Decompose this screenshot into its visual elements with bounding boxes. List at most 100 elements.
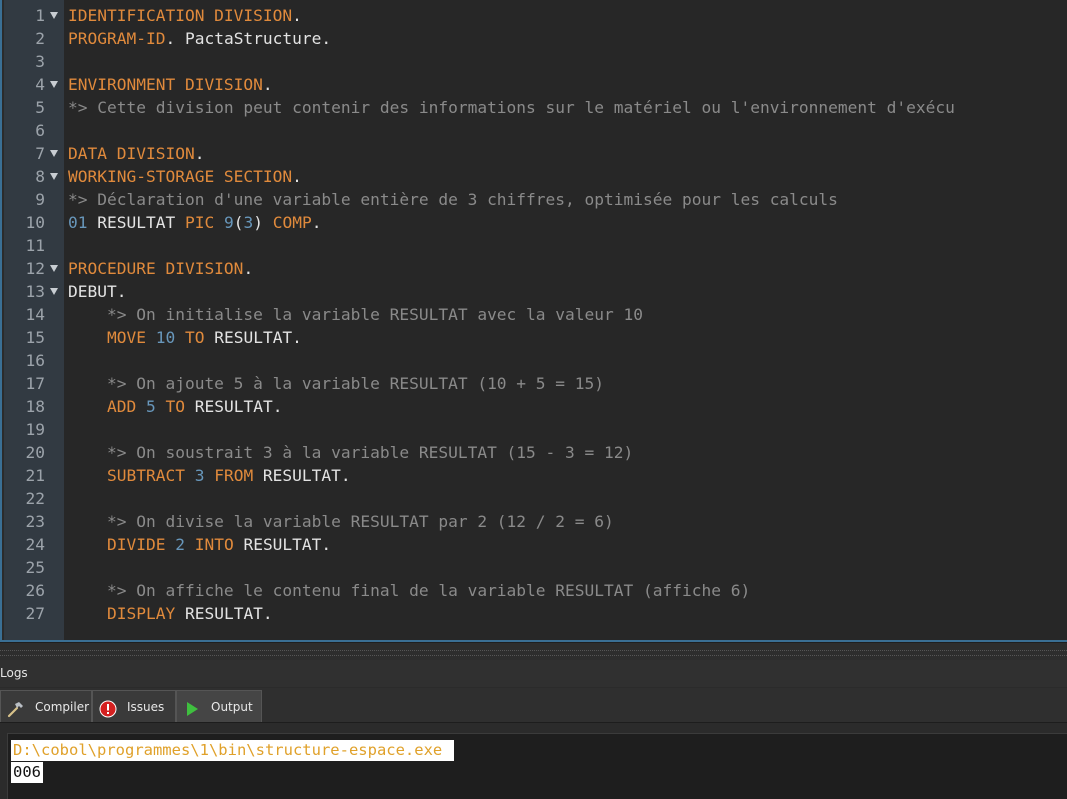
tab-issues[interactable]: Issues [92,690,176,722]
code-line[interactable]: 5 *> Cette division peut contenir des inf… [2,96,1067,119]
keyword-token: PROCEDURE DIVISION [68,259,244,278]
code-line[interactable]: 2 PROGRAM-ID. PactaStructure. [2,27,1067,50]
code-line[interactable]: 8 WORKING-STORAGE SECTION. [2,165,1067,188]
code-text: PROCEDURE DIVISION. [68,257,253,280]
comment-token: *> On divise la variable RESULTAT par 2 … [68,512,614,531]
code-line[interactable]: 11 [2,234,1067,257]
code-line[interactable]: 21 SUBTRACT 3 FROM RESULTAT. [2,464,1067,487]
line-number: 27 [25,604,46,623]
code-text: PROGRAM-ID. PactaStructure. [68,27,331,50]
code-line[interactable]: 22 [2,487,1067,510]
code-line[interactable]: 15 MOVE 10 TO RESULTAT. [2,326,1067,349]
code-line[interactable]: 20 *> On soustrait 3 à la variable RESUL… [2,441,1067,464]
logs-panel-title: Logs [0,660,1067,687]
line-number: 8 [35,167,45,186]
fold-arrow-icon[interactable] [50,12,58,19]
code-text: *> On affiche le contenu final de la var… [68,579,750,602]
text-token: RESULTAT. [184,397,283,416]
code-text: *> Déclaration d'une variable entière de… [68,188,838,211]
comment-token: *> On soustrait 3 à la variable RESULTAT… [68,443,634,462]
code-text: DIVIDE 2 INTO RESULTAT. [68,533,331,556]
number-token: 3 [243,213,254,232]
code-line[interactable]: 6 [2,119,1067,142]
code-text: 01 RESULTAT PIC 9(3) COMP. [68,211,321,234]
code-editor[interactable]: 1 IDENTIFICATION DIVISION. 2 PROGRAM-ID. Pa… [0,0,1067,642]
code-text: ENVIRONMENT DIVISION. [68,73,273,96]
code-line[interactable]: 4 ENVIRONMENT DIVISION. [2,73,1067,96]
code-text: *> On ajoute 5 à la variable RESULTAT (1… [68,372,604,395]
keyword-token: PROGRAM-ID [68,29,166,48]
output-result: 006 [11,762,43,783]
code-line[interactable]: 26 *> On affiche le contenu final de la … [2,579,1067,602]
code-line[interactable]: 16 [2,349,1067,372]
logs-tab-bar: Compiler Issues Output [0,688,1067,723]
code-line[interactable]: 7 DATA DIVISION. [2,142,1067,165]
code-line[interactable]: 18 ADD 5 TO RESULTAT. [2,395,1067,418]
keyword-token: COMP [272,213,312,232]
text-token: . [262,75,273,94]
comment-token: *> On affiche le contenu final de la var… [68,581,751,600]
line-number: 18 [25,397,46,416]
number-token: 3 [194,466,205,485]
line-number: 5 [35,98,45,117]
number-token: 10 [155,328,176,347]
code-line[interactable]: 19 [2,418,1067,441]
keyword-token: SUBTRACT [106,466,185,485]
text-token: . PactaStructure. [165,29,332,48]
output-panel: D:\cobol\programmes\1\bin\structure-espa… [0,723,1067,799]
fold-arrow-icon[interactable] [50,150,58,157]
fold-arrow-icon[interactable] [50,288,58,295]
tab-compiler[interactable]: Compiler [0,690,92,722]
code-line[interactable]: 17 *> On ajoute 5 à la variable RESULTAT… [2,372,1067,395]
code-text: DATA DIVISION. [68,142,204,165]
text-token: ( [233,213,244,232]
keyword-token: TO [184,328,205,347]
keyword-token: ENVIRONMENT DIVISION [68,75,263,94]
code-text: MOVE 10 TO RESULTAT. [68,326,302,349]
text-token: RESULTAT. [204,328,302,347]
code-line[interactable]: 10 01 RESULTAT PIC 9(3) COMP. [2,211,1067,234]
fold-arrow-icon[interactable] [50,81,58,88]
code-line[interactable]: 24 DIVIDE 2 INTO RESULTAT. [2,533,1067,556]
code-line[interactable]: 13 DEBUT. [2,280,1067,303]
code-line[interactable]: 25 [2,556,1067,579]
code-text: DEBUT. [68,280,126,303]
line-number: 14 [25,305,46,324]
code-line[interactable]: 3 [2,50,1067,73]
splitter-grip[interactable] [0,650,1067,656]
code-line[interactable]: 27 DISPLAY RESULTAT. [2,602,1067,625]
code-text: IDENTIFICATION DIVISION. [68,4,302,27]
number-token: 5 [145,397,156,416]
panel-splitter[interactable] [0,642,1067,661]
line-number: 23 [25,512,46,531]
code-line[interactable]: 9 *> Déclaration d'une variable entière d… [2,188,1067,211]
fold-arrow-icon[interactable] [50,173,58,180]
output-console[interactable]: D:\cobol\programmes\1\bin\structure-espa… [7,733,1067,799]
keyword-token: PIC [184,213,215,232]
code-text: SUBTRACT 3 FROM RESULTAT. [68,464,351,487]
comment-token: *> Cette division peut contenir des info… [68,98,955,117]
error-icon [99,698,117,718]
code-text: DISPLAY RESULTAT. [68,602,273,625]
keyword-token: TO [165,397,185,416]
code-line[interactable]: 23 *> On divise la variable RESULTAT par… [2,510,1067,533]
tab-output[interactable]: Output [176,690,262,722]
line-number: 15 [25,328,46,347]
code-line[interactable]: 1 IDENTIFICATION DIVISION. [2,4,1067,27]
line-number: 24 [25,535,46,554]
text-token: . [311,213,322,232]
code-line[interactable]: 14 *> On initialise la variable RESULTAT… [2,303,1067,326]
comment-token: *> Déclaration d'une variable entière de… [68,190,838,209]
fold-arrow-icon[interactable] [50,265,58,272]
keyword-token: WORKING-STORAGE SECTION [68,167,293,186]
code-line[interactable]: 12 PROCEDURE DIVISION. [2,257,1067,280]
keyword-token: DISPLAY [106,604,176,623]
line-number: 25 [25,558,46,577]
keyword-token: FROM [214,466,254,485]
